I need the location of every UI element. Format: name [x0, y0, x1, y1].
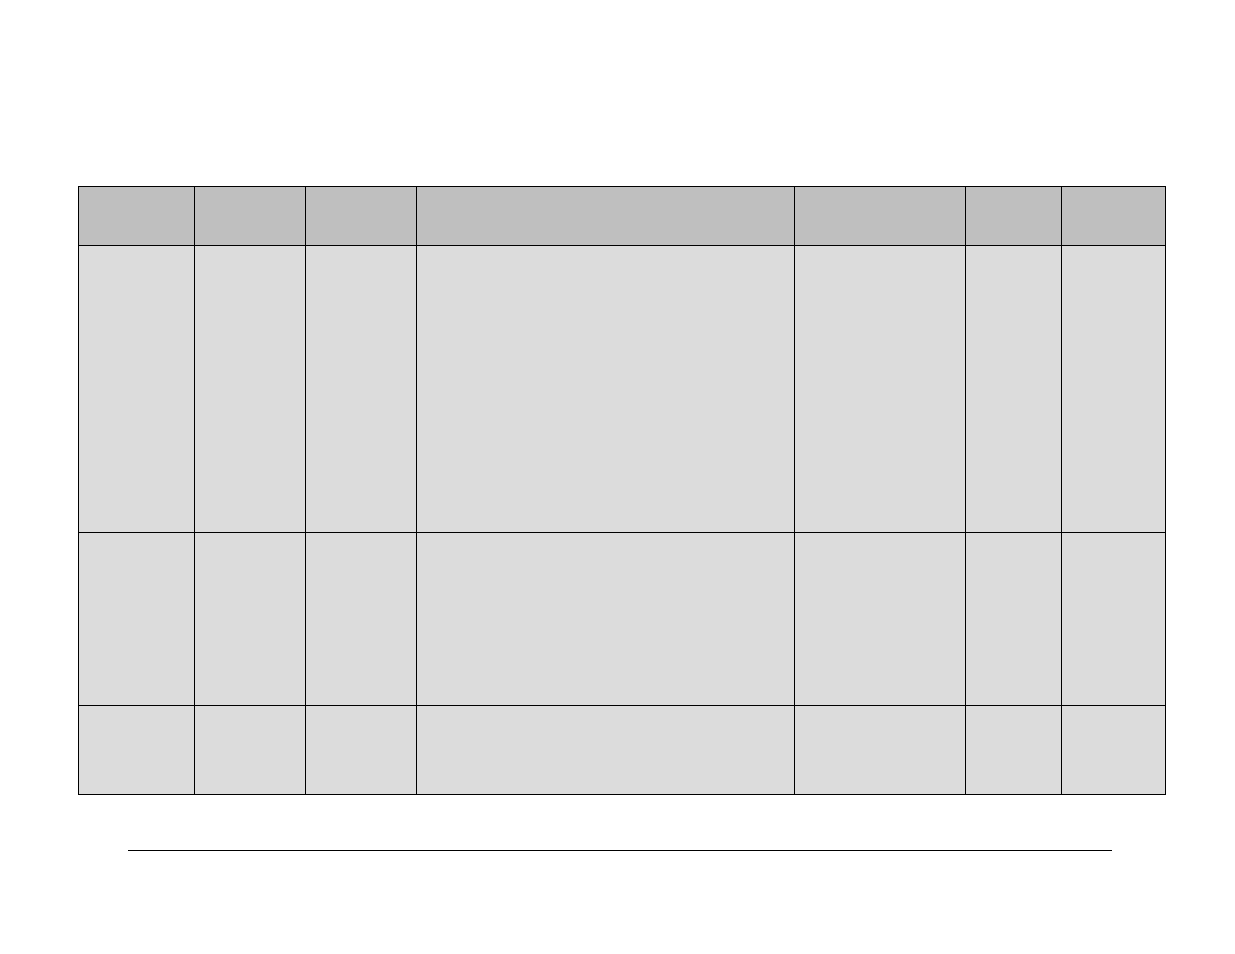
table-row: [79, 706, 1166, 795]
table-cell: [194, 706, 305, 795]
table-header-cell: [79, 187, 195, 246]
table-cell: [794, 706, 965, 795]
table-header-cell: [794, 187, 965, 246]
table-cell: [416, 706, 794, 795]
page: [0, 0, 1235, 954]
table-cell: [305, 533, 416, 706]
table-cell: [79, 246, 195, 533]
table-header-row: [79, 187, 1166, 246]
table-cell: [1062, 706, 1166, 795]
table-cell: [966, 706, 1062, 795]
table-header-cell: [194, 187, 305, 246]
table-header-cell: [966, 187, 1062, 246]
table-cell: [194, 246, 305, 533]
table-cell: [79, 533, 195, 706]
table-header-cell: [305, 187, 416, 246]
table-cell: [794, 246, 965, 533]
table-header-cell: [1062, 187, 1166, 246]
data-table: [78, 186, 1166, 795]
table-cell: [966, 246, 1062, 533]
table-cell: [305, 246, 416, 533]
table-cell: [305, 706, 416, 795]
table-cell: [194, 533, 305, 706]
table-cell: [416, 246, 794, 533]
table-cell: [1062, 533, 1166, 706]
table-cell: [79, 706, 195, 795]
table-header-cell: [416, 187, 794, 246]
table-row: [79, 533, 1166, 706]
table-container: [78, 186, 1166, 795]
table-cell: [794, 533, 965, 706]
footer-horizontal-rule: [128, 850, 1112, 851]
table-cell: [966, 533, 1062, 706]
table-row: [79, 246, 1166, 533]
table-cell: [1062, 246, 1166, 533]
table-cell: [416, 533, 794, 706]
